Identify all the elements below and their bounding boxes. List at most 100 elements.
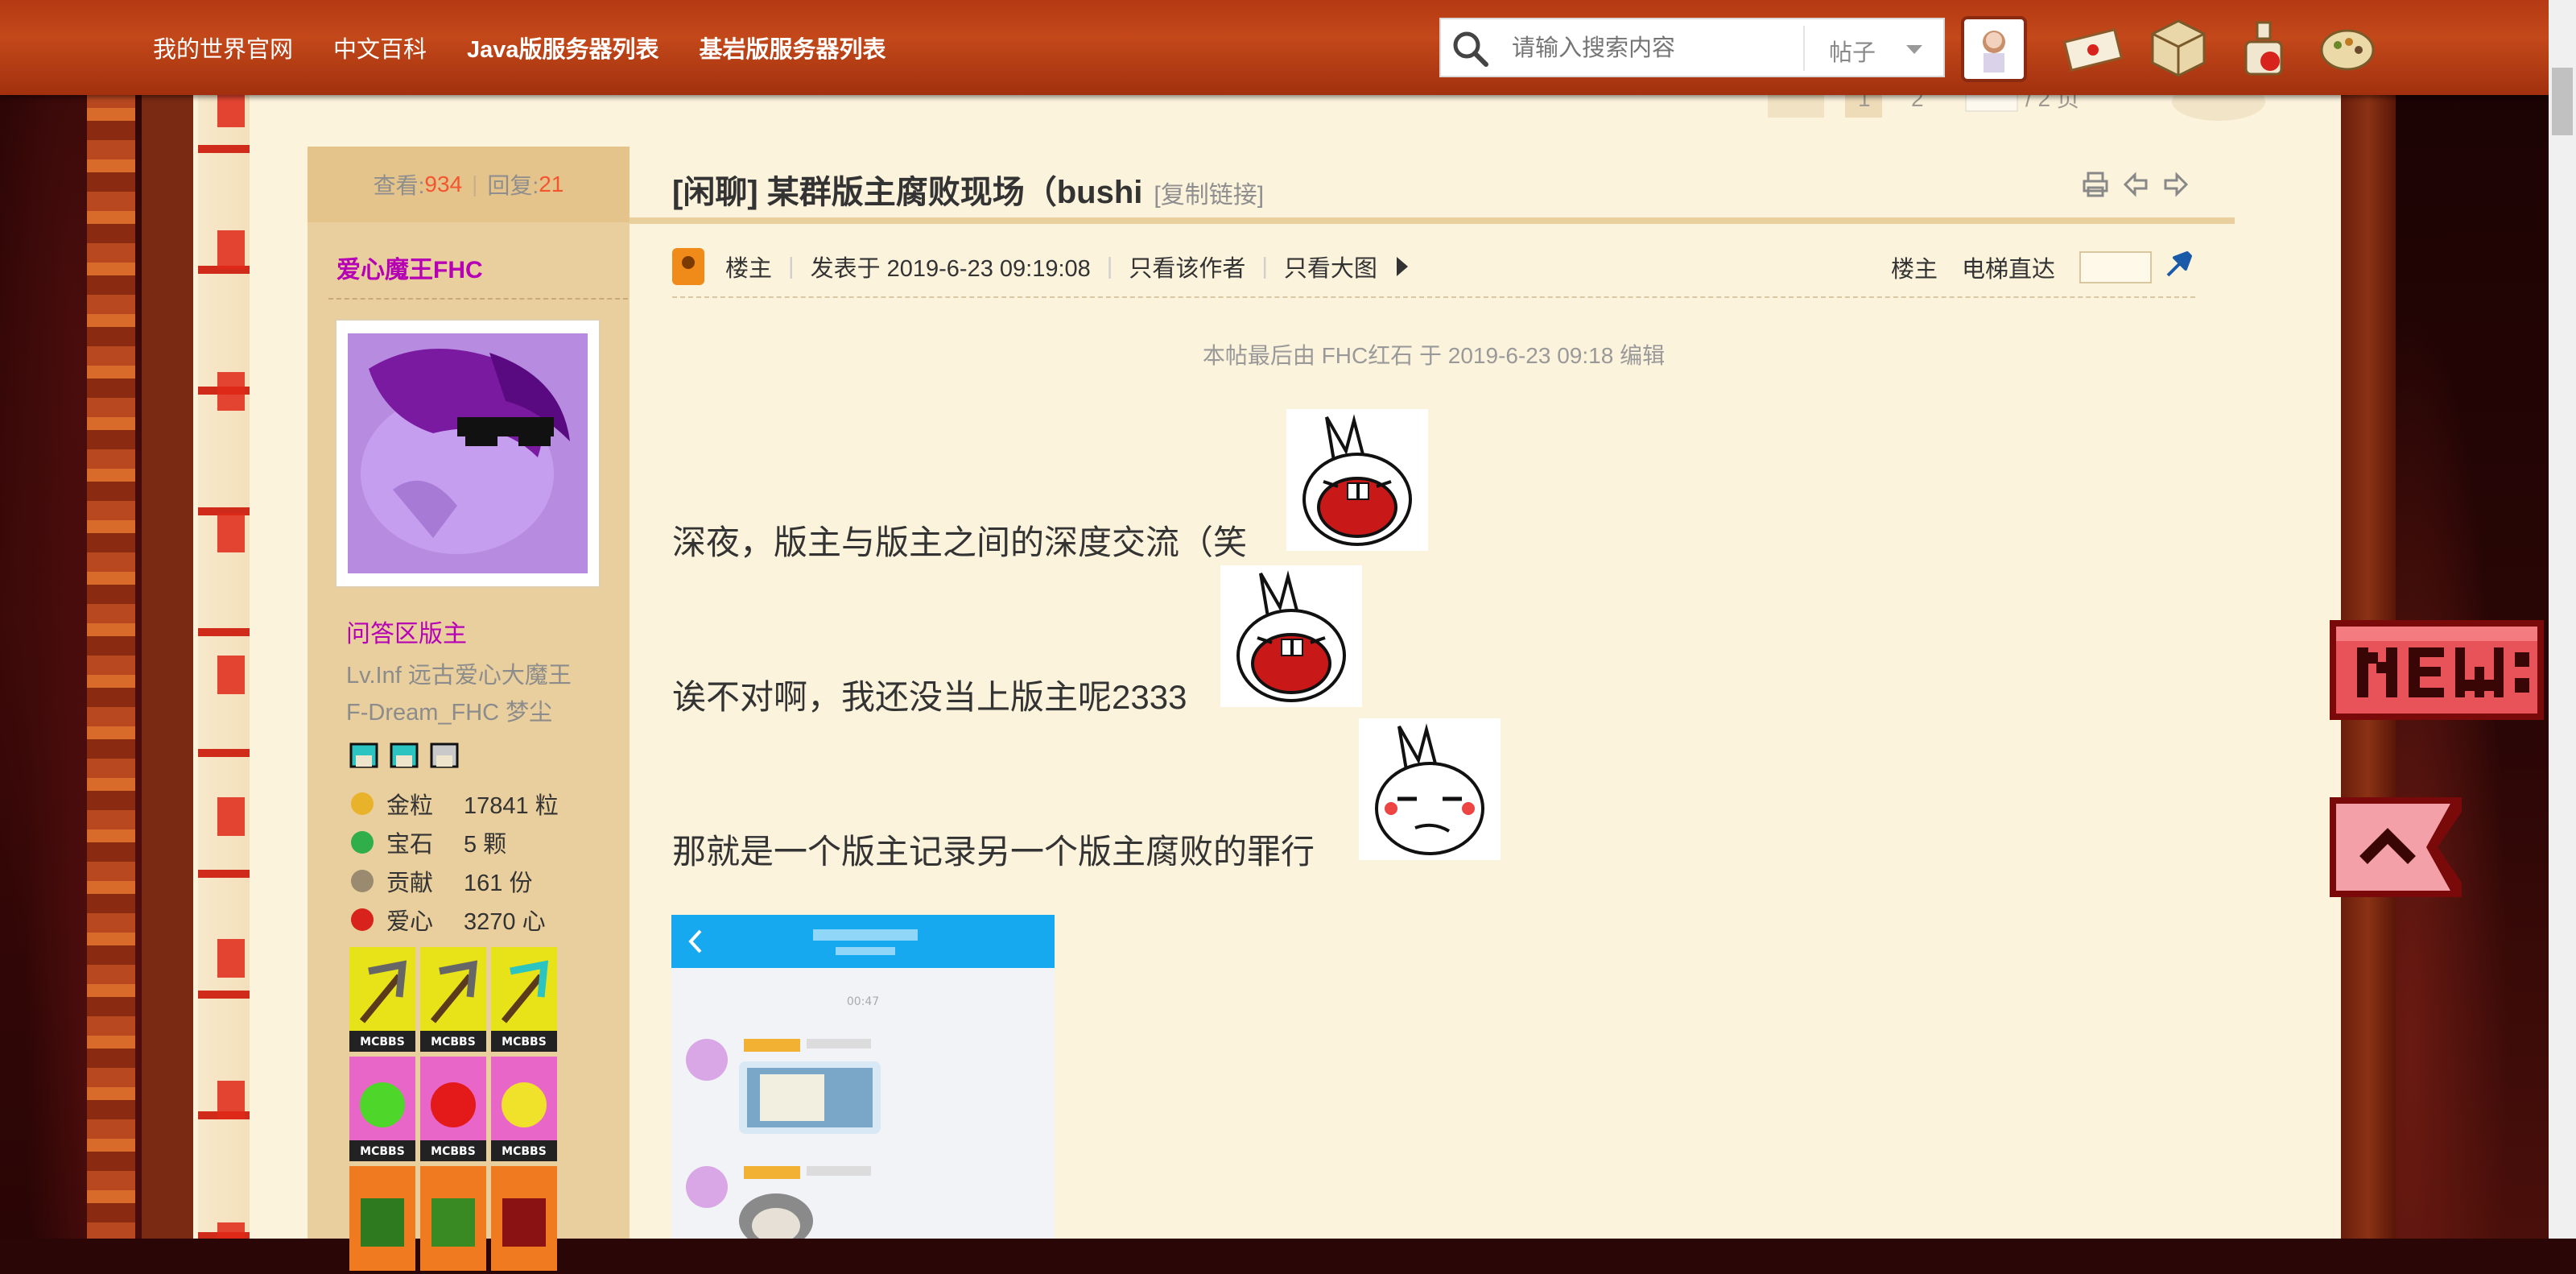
medal-tag: MCBBS — [431, 1036, 476, 1049]
author-medals: MCBBS MCBBS MCBBS MCBBS MCBBS MCBBS — [349, 947, 557, 1271]
chat-screenshot-image[interactable]: 00:47 — [671, 915, 1055, 1239]
medal-tag: MCBBS — [360, 1036, 405, 1049]
post-line: 那就是一个版主记录另一个版主腐败的罪行 — [672, 833, 1315, 871]
author-divider — [328, 298, 628, 300]
author-title-line1: Lv.Inf 远古爱心大魔王 — [346, 663, 572, 689]
op-label: 楼主 — [725, 256, 773, 282]
medal-apple[interactable]: MCBBS — [420, 1057, 486, 1161]
medal-tag: MCBBS — [502, 1036, 547, 1049]
prev-thread-icon[interactable] — [2122, 171, 2149, 198]
views-label: 查看: — [373, 173, 425, 198]
medal-apple[interactable]: MCBBS — [491, 1057, 557, 1161]
cookie-icon — [351, 870, 374, 892]
thread-stats: 查看: 934 | 回复: 21 — [308, 147, 630, 222]
background-lava-stripe — [87, 89, 135, 1239]
jump-icon[interactable] — [2163, 248, 2195, 287]
medal-tag: MCBBS — [360, 1145, 405, 1158]
potion-icon[interactable] — [2233, 18, 2294, 79]
only-author-link[interactable]: 只看该作者 — [1129, 250, 1245, 283]
top-nav: 我的世界官网 中文百科 Java版服务器列表 基岩版服务器列表 帖子 — [0, 0, 2576, 95]
post-info-right: 楼主 电梯直达 — [1891, 248, 2195, 287]
gold-nugget-icon — [351, 792, 374, 815]
book-frame-left — [142, 89, 198, 1239]
emerald-icon — [351, 831, 374, 854]
iron-helmet-icon — [428, 739, 460, 771]
medal-pickaxe[interactable]: MCBBS — [491, 947, 557, 1052]
post-info: 楼主 | 发表于 2019-6-23 09:19:08 | 只看该作者 | 只看… — [672, 240, 2195, 298]
medal-plant[interactable] — [420, 1166, 486, 1271]
user-avatar[interactable] — [1961, 16, 2027, 82]
new-thread-button[interactable] — [2330, 620, 2544, 720]
nav-link-wiki[interactable]: 中文百科 — [333, 31, 427, 64]
stat-label: 爱心 — [386, 909, 434, 935]
post-line: 深夜，版主与版主之间的深度交流（笑 — [672, 523, 1248, 561]
stat-gold: 金粒 17841 粒 — [351, 784, 559, 823]
replies-label: 回复: — [487, 173, 539, 198]
next-thread-icon[interactable] — [2162, 171, 2190, 198]
play-icon[interactable] — [1396, 257, 1408, 276]
medal-pickaxe[interactable]: MCBBS — [420, 947, 486, 1052]
apple-icon — [351, 908, 374, 931]
views-count: 934 — [424, 172, 463, 196]
rabbit-laugh-emoji — [1220, 565, 1362, 707]
stat-hearts: 爱心 3270 心 — [351, 900, 559, 939]
replies-count: 21 — [539, 172, 564, 196]
thread-tools — [2082, 171, 2190, 198]
thread-header-underline — [630, 217, 2235, 224]
thread-title: [闲聊] 某群版主腐败现场（bushi [复制链接] — [672, 166, 1264, 213]
chevron-down-icon[interactable] — [1906, 45, 1922, 54]
edit-note: 本帖最后由 FHC红石 于 2019-6-23 09:18 编辑 — [1202, 343, 1666, 368]
author-badge-icon — [672, 248, 704, 285]
author-stats: 金粒 17841 粒 宝石 5 颗 贡献 161 份 爱心 3270 心 — [351, 784, 559, 939]
search-type-select[interactable]: 帖子 — [1829, 34, 1876, 68]
nav-link-official[interactable]: 我的世界官网 — [153, 31, 293, 64]
nav-links: 我的世界官网 中文百科 Java版服务器列表 基岩版服务器列表 — [153, 31, 886, 64]
diamond-helmet-icon — [348, 739, 380, 771]
rabbit-laugh-emoji — [1286, 409, 1428, 551]
medal-plant[interactable] — [349, 1166, 415, 1271]
medal-pickaxe[interactable]: MCBBS — [349, 947, 415, 1052]
back-to-top-button[interactable] — [2330, 797, 2462, 897]
separator: | — [788, 253, 795, 279]
palette-icon[interactable] — [2317, 18, 2378, 79]
stat-gems: 宝石 5 颗 — [351, 823, 559, 862]
scrollbar-thumb[interactable] — [2552, 68, 2573, 135]
nav-link-java-servers[interactable]: Java版服务器列表 — [467, 31, 659, 64]
author-avatar[interactable] — [336, 321, 599, 586]
stat-label: 金粒 — [386, 793, 434, 819]
medal-apple[interactable]: MCBBS — [349, 1057, 415, 1161]
stat-value: 3270 心 — [464, 909, 546, 935]
screenshot-time: 00:47 — [846, 995, 880, 1008]
screenshot-header — [671, 915, 1055, 968]
medal-tag: MCBBS — [502, 1145, 547, 1158]
search-box: 帖子 — [1439, 18, 1945, 77]
stat-label: 贡献 — [386, 871, 434, 896]
page-scrollbar[interactable] — [2549, 0, 2576, 1239]
author-role[interactable]: 问答区版主 — [346, 614, 467, 649]
author-title: Lv.Inf 远古爱心大魔王 F-Dream_FHC 梦尘 — [346, 657, 572, 731]
thread-title-text: [闲聊] 某群版主腐败现场（bushi — [672, 175, 1143, 210]
medal-berries[interactable] — [491, 1166, 557, 1271]
medal-tag: MCBBS — [431, 1145, 476, 1158]
stat-contribution: 贡献 161 份 — [351, 862, 559, 900]
crafting-table-icon[interactable] — [2148, 18, 2209, 79]
stat-label: 宝石 — [386, 832, 434, 858]
print-icon[interactable] — [2082, 171, 2109, 198]
stats-separator: | — [472, 172, 478, 196]
stat-value: 17841 粒 — [464, 793, 559, 819]
nav-link-bedrock-servers[interactable]: 基岩版服务器列表 — [700, 31, 886, 64]
post-line: 诶不对啊，我还没当上版主呢2333 — [672, 678, 1187, 716]
separator: | — [1261, 253, 1268, 279]
message-icon[interactable] — [2062, 18, 2124, 79]
diamond-helmet-icon — [388, 739, 420, 771]
copy-link-button[interactable]: [复制链接] — [1154, 182, 1264, 209]
floor-jump-input[interactable] — [2079, 251, 2152, 283]
post-date: 发表于 2019-6-23 09:19:08 — [810, 256, 1091, 282]
only-images-link[interactable]: 只看大图 — [1284, 250, 1377, 283]
rabbit-smug-emoji — [1359, 718, 1501, 860]
author-name[interactable]: 爱心魔王FHC — [336, 250, 483, 285]
author-title-line2: F-Dream_FHC 梦尘 — [346, 700, 553, 726]
separator: | — [1106, 253, 1113, 279]
search-input[interactable] — [1510, 26, 1805, 71]
search-icon[interactable] — [1449, 27, 1492, 71]
